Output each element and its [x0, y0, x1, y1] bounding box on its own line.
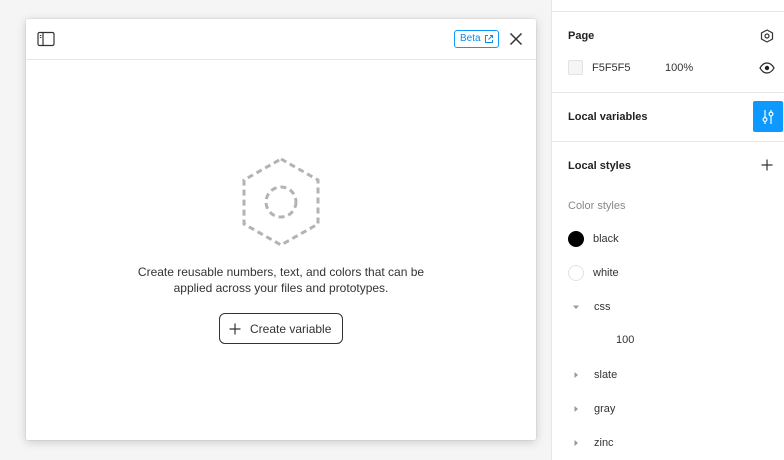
color-style-black[interactable]: black	[568, 231, 619, 247]
style-group-zinc[interactable]: zinc	[572, 437, 614, 449]
sliders-icon	[762, 109, 774, 124]
variables-modal: Beta Create reusable numbers, text, and …	[26, 19, 536, 440]
variables-empty-state-icon	[242, 157, 320, 247]
style-group-css[interactable]: css	[572, 301, 611, 313]
color-swatch	[568, 231, 584, 247]
empty-state-text: Create reusable numbers, text, and color…	[26, 264, 536, 296]
style-item-100[interactable]: 100	[616, 334, 634, 346]
page-color-opacity[interactable]: 100%	[665, 62, 693, 74]
empty-state-line-2: applied across your files and prototypes…	[173, 281, 389, 295]
style-hexagon-icon	[760, 29, 774, 43]
create-variable-button[interactable]: Create variable	[219, 313, 343, 344]
color-swatch	[568, 265, 584, 281]
page-color-hex[interactable]: F5F5F5	[592, 62, 631, 74]
page-section-title: Page	[568, 30, 595, 42]
color-style-white[interactable]: white	[568, 265, 619, 281]
caret-right-icon	[572, 405, 580, 413]
color-style-label: black	[593, 233, 619, 245]
beta-badge[interactable]: Beta	[454, 30, 499, 48]
local-styles-title: Local styles	[568, 160, 631, 172]
section-divider	[552, 141, 784, 142]
color-style-label: white	[593, 267, 619, 279]
caret-right-icon	[572, 439, 580, 447]
style-group-gray[interactable]: gray	[572, 403, 615, 415]
page-styles-button[interactable]	[759, 28, 775, 44]
modal-header: Beta	[26, 19, 536, 60]
right-properties-panel: Page F5F5F5 100% Local variables Local s…	[551, 0, 784, 460]
beta-label: Beta	[460, 33, 481, 44]
external-link-icon	[484, 35, 493, 43]
create-variable-label: Create variable	[250, 321, 332, 336]
style-group-label: slate	[594, 369, 618, 381]
plus-icon	[761, 159, 773, 171]
style-group-label: gray	[594, 403, 616, 415]
color-styles-label: Color styles	[568, 200, 626, 212]
plus-icon	[229, 323, 241, 334]
style-group-label: zinc	[594, 437, 614, 449]
sidebar-toggle-button[interactable]	[36, 30, 56, 48]
sidebar-icon	[37, 31, 55, 47]
local-variables-title: Local variables	[568, 111, 648, 123]
close-button[interactable]	[506, 30, 526, 48]
open-variables-button[interactable]	[753, 101, 783, 132]
add-style-button[interactable]	[760, 158, 774, 172]
style-group-slate[interactable]: slate	[572, 369, 617, 381]
panel-top-divider	[552, 11, 784, 12]
caret-right-icon	[572, 371, 580, 379]
eye-icon	[759, 62, 775, 74]
style-group-label: css	[594, 301, 611, 313]
page-color-swatch[interactable]	[568, 60, 583, 75]
close-icon	[509, 32, 523, 46]
caret-down-icon	[572, 303, 580, 311]
empty-state-line-1: Create reusable numbers, text, and color…	[137, 265, 425, 279]
section-divider	[552, 92, 784, 93]
toggle-visibility-button[interactable]	[758, 60, 776, 76]
